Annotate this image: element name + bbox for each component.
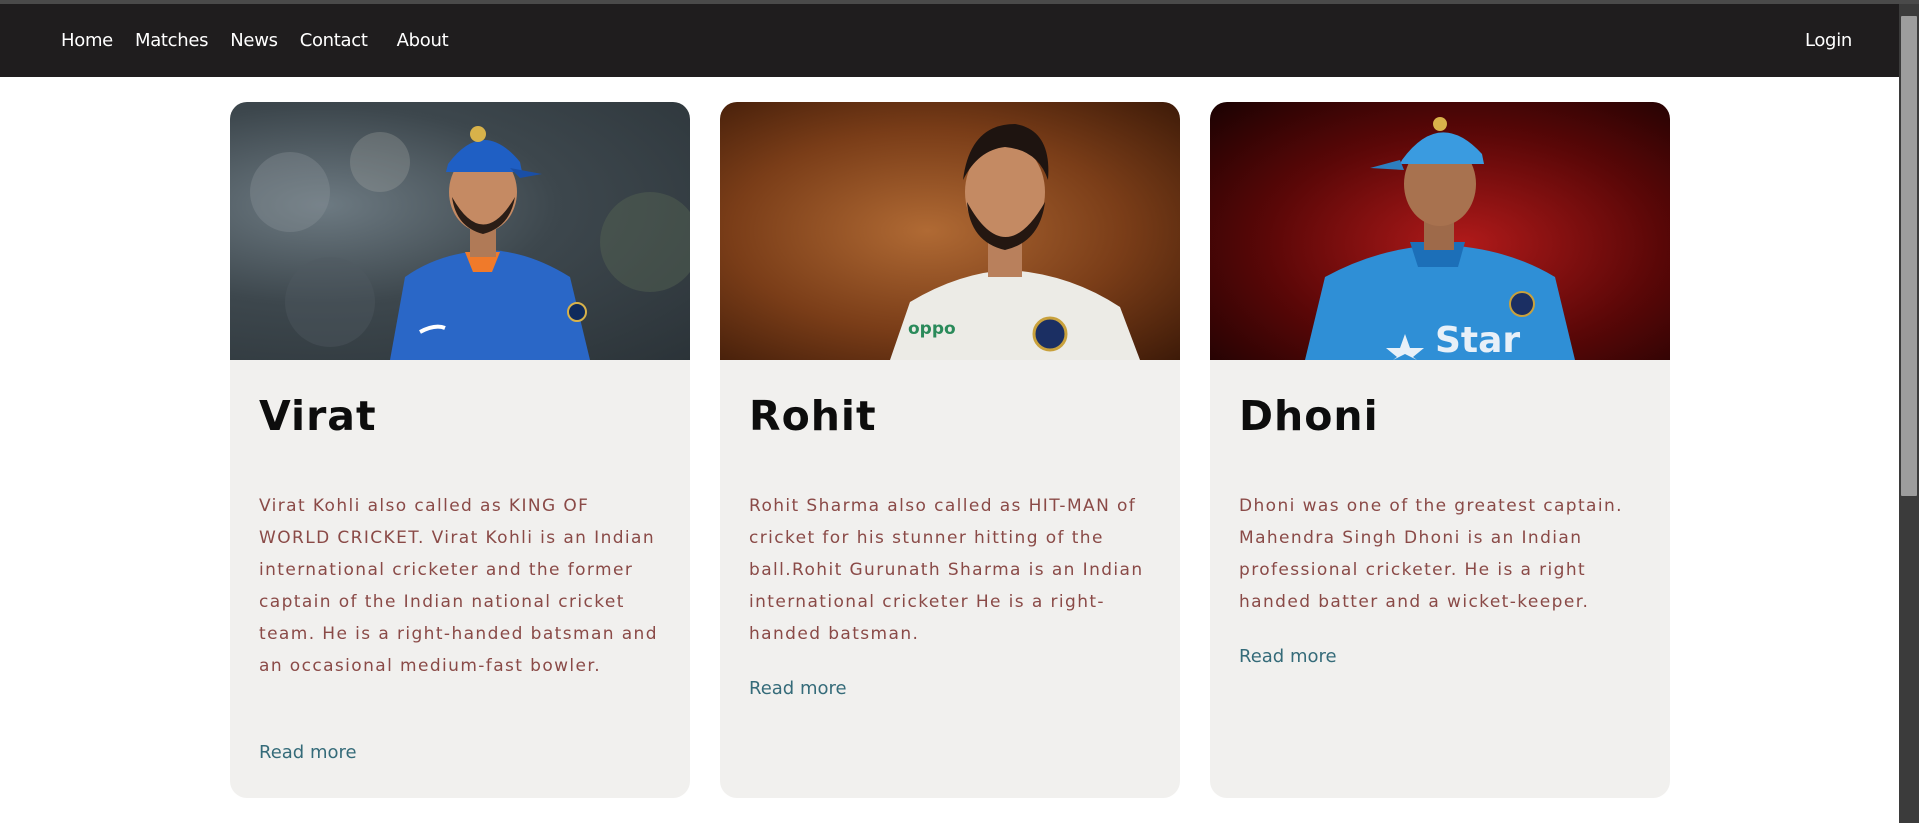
nav-about-link[interactable]: About [397,30,449,51]
nav-contact-link[interactable]: Contact [300,30,368,51]
player-description-virat: Virat Kohli also called as KING OF WORLD… [259,496,658,676]
player-description-dhoni: Dhoni was one of the greatest captain. M… [1239,496,1623,612]
read-more-rohit-link[interactable]: Read more [749,678,847,699]
player-photo-rohit: oppo [720,102,1180,360]
navbar: Home Matches News Contact About Login [0,4,1899,77]
player-name-rohit: Rohit [749,392,877,440]
player-card-dhoni: Star Dhoni Dhoni was one of the greatest… [1210,102,1670,798]
read-more-virat-link[interactable]: Read more [259,742,357,763]
star-logo-text: Star [1435,320,1520,360]
nav-links: Home Matches News Contact About [61,4,470,77]
player-photo-dhoni: Star [1210,102,1670,360]
virat-portrait [250,126,690,360]
player-card-virat: Virat Virat Kohli also called as KING OF… [230,102,690,798]
player-name-virat: Virat [259,392,377,440]
page-scrollbar[interactable] [1899,4,1919,823]
player-description-rohit: Rohit Sharma also called as HIT-MAN of c… [749,496,1144,644]
player-name-dhoni: Dhoni [1239,392,1379,440]
read-more-dhoni-link[interactable]: Read more [1239,646,1337,667]
nav-news-link[interactable]: News [230,30,278,51]
nav-home-link[interactable]: Home [61,30,113,51]
nav-matches-link[interactable]: Matches [135,30,209,51]
rohit-portrait: oppo [890,124,1140,360]
dhoni-portrait: Star [1305,117,1575,360]
login-link[interactable]: Login [1805,30,1852,51]
player-card-rohit: oppo Rohit Rohit Sharma also called as H… [720,102,1180,798]
scrollbar-thumb[interactable] [1901,16,1917,496]
player-photo-virat [230,102,690,360]
nav-right: Login [1805,4,1852,77]
oppo-logo-text: oppo [908,319,956,339]
